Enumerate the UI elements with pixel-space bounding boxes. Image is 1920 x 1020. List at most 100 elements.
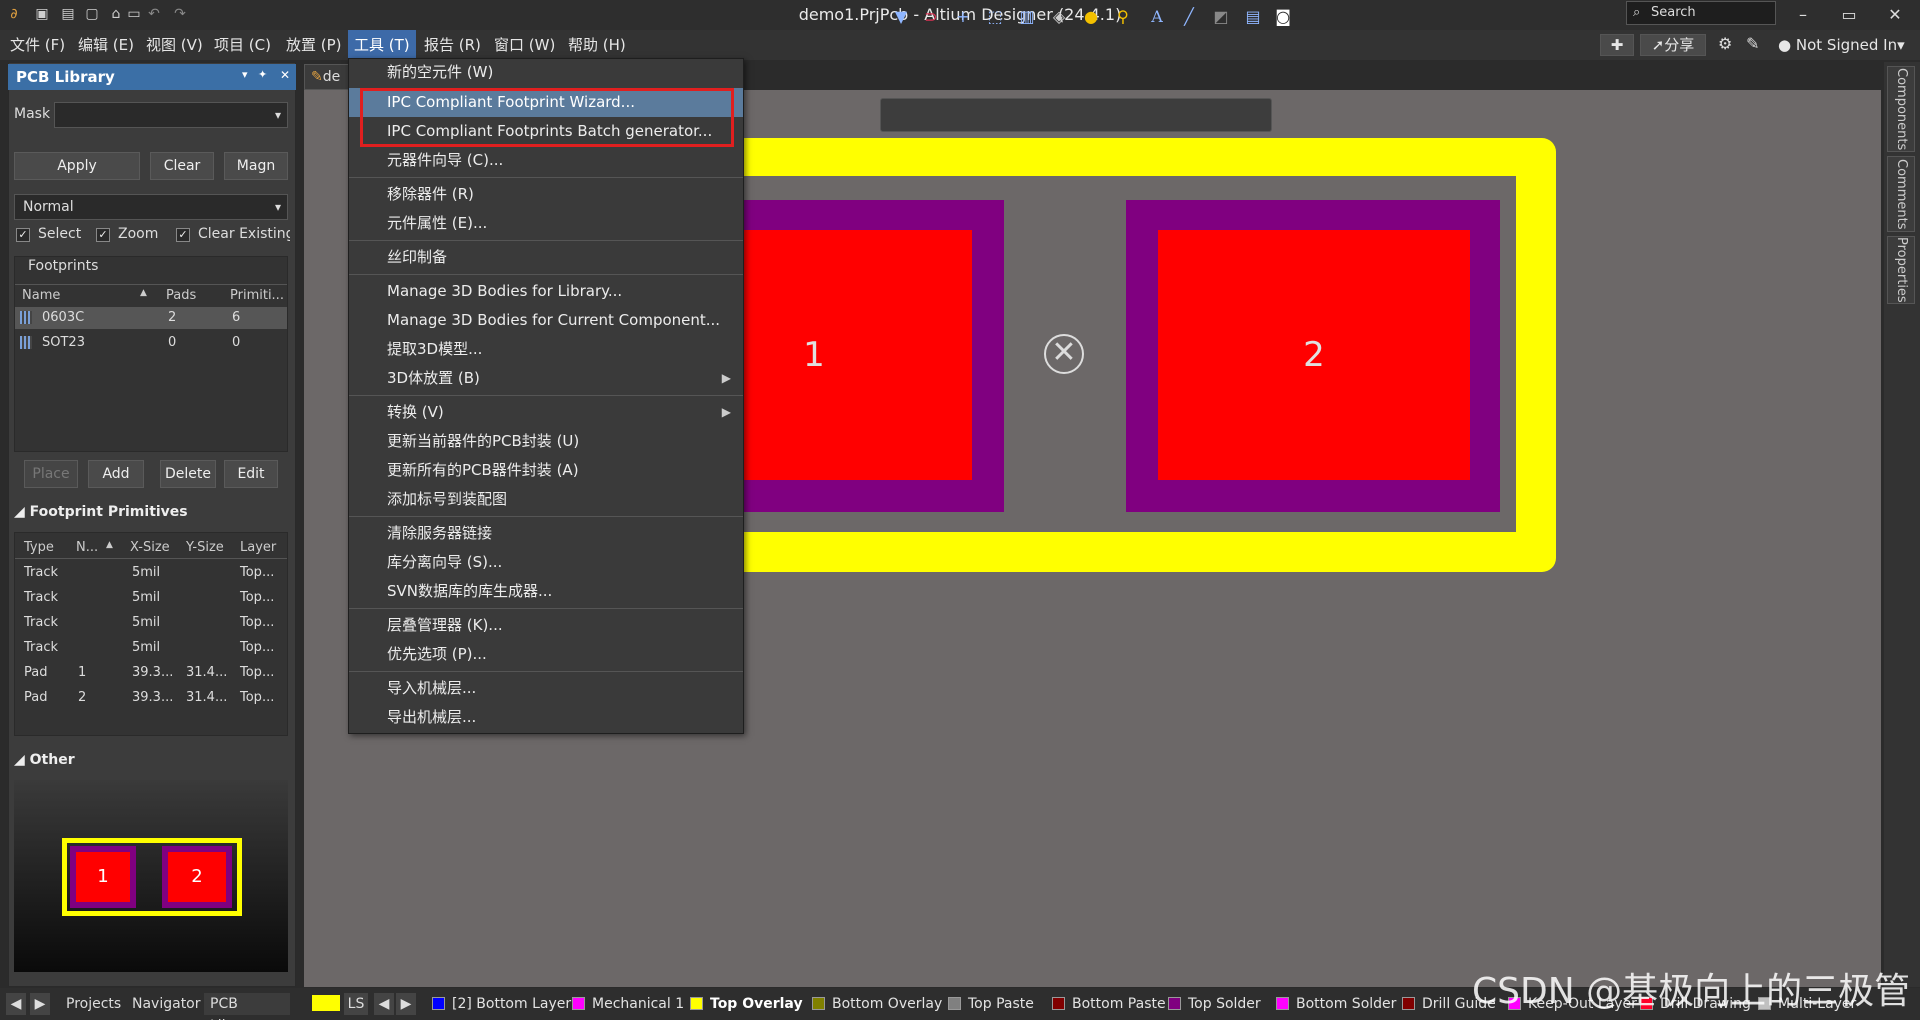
menu-tools[interactable]: 工具 (T) (348, 30, 416, 60)
search-input[interactable]: ⌕ Search (1626, 1, 1776, 25)
menu-remove-component[interactable]: 移除器件 (R) (349, 180, 743, 209)
mask-input[interactable]: ▾ (54, 102, 288, 128)
scroll-left-icon[interactable]: ◀ (6, 993, 26, 1015)
gear-icon[interactable]: ⚙ (1718, 34, 1732, 53)
menu-import-mechanical[interactable]: 导入机械层... (349, 674, 743, 703)
col-primitives[interactable]: Primiti... (230, 288, 284, 303)
menu-update-all-footprints[interactable]: 更新所有的PCB器件封装 (A) (349, 456, 743, 485)
menu-reports[interactable]: 报告 (R) (418, 30, 487, 60)
tab-properties[interactable]: Properties (1887, 236, 1915, 304)
prim-layer: Top... (240, 565, 275, 580)
select-rect-icon[interactable]: ⬚ (984, 7, 1006, 27)
menu-clear-server-links[interactable]: 清除服务器链接 (349, 519, 743, 548)
magnify-button[interactable]: Magn (224, 152, 288, 180)
layer-tab[interactable]: Mechanical 1 (592, 993, 684, 1015)
region-icon[interactable]: ◩ (1210, 7, 1232, 27)
clear-button[interactable]: Clear (150, 152, 214, 180)
filter-icon[interactable]: ▼ (890, 7, 912, 27)
account-menu[interactable]: ● Not Signed In▾ (1778, 34, 1905, 56)
notification-button[interactable]: ✚ (1600, 34, 1634, 56)
menu-window[interactable]: 窗口 (W) (488, 30, 561, 60)
menu-view[interactable]: 视图 (V) (140, 30, 209, 60)
share-button[interactable]: ➚分享 (1640, 34, 1706, 56)
menu-export-mechanical[interactable]: 导出机械层... (349, 703, 743, 732)
layer-tab[interactable]: Top Overlay (710, 993, 803, 1015)
pad-icon[interactable]: ● (1080, 7, 1102, 27)
menu-silkscreen[interactable]: 丝印制备 (349, 243, 743, 272)
menu-preferences[interactable]: 优先选项 (P)... (349, 640, 743, 669)
menu-convert[interactable]: 转换 (V) ▶ (349, 398, 743, 427)
panel-close-icon[interactable]: ✕ (280, 68, 290, 82)
via-icon[interactable]: ⚲ (1112, 7, 1134, 27)
crosshair-icon[interactable]: + (952, 7, 974, 27)
layer-tab[interactable]: [2] Bottom Layer (452, 993, 571, 1015)
col-name[interactable]: Name (22, 288, 60, 303)
apply-button[interactable]: Apply (14, 152, 140, 180)
edit-button[interactable]: Edit (224, 460, 278, 488)
place-button[interactable]: Place (24, 460, 78, 488)
layer-tab[interactable]: Top Solder (1188, 993, 1261, 1015)
menu-component-properties[interactable]: 元件属性 (E)... (349, 209, 743, 238)
menu-add-designator[interactable]: 添加标号到装配图 (349, 485, 743, 514)
footprint-primitives-header[interactable]: ◢ Footprint Primitives (14, 504, 188, 520)
layer-prev-icon[interactable]: ◀ (374, 993, 394, 1015)
line-icon[interactable]: ╱ (1178, 7, 1200, 27)
layer-tab[interactable]: Top Paste (968, 993, 1034, 1015)
tab-comments[interactable]: Comments (1887, 156, 1915, 232)
layer-tab[interactable]: Bottom Overlay (832, 993, 942, 1015)
other-header[interactable]: ◢ Other (14, 752, 75, 768)
tab-pcb-library[interactable]: PCB Library (204, 993, 290, 1020)
maximize-button[interactable]: ▭ (1826, 0, 1872, 30)
select-checkbox[interactable]: ✓ (16, 228, 30, 242)
layer-next-icon[interactable]: ▶ (396, 993, 416, 1015)
menu-library-splitter[interactable]: 库分离向导 (S)... (349, 548, 743, 577)
menu-edit[interactable]: 编辑 (E) (72, 30, 140, 60)
clear-existing-checkbox[interactable]: ✓ (176, 228, 190, 242)
mode-select[interactable]: Normal ▾ (14, 194, 288, 220)
layer-set-button[interactable]: LS (344, 993, 368, 1015)
menu-help[interactable]: 帮助 (H) (562, 30, 632, 60)
layer-tab[interactable]: Bottom Solder (1296, 993, 1396, 1015)
board-icon[interactable]: ◙ (1272, 7, 1294, 27)
text-icon[interactable]: A (1146, 7, 1168, 27)
menu-svn-library-maker[interactable]: SVN数据库的库生成器... (349, 577, 743, 606)
close-button[interactable]: ✕ (1872, 0, 1918, 30)
pin-icon[interactable]: ✦ (258, 68, 267, 81)
preferences-icon[interactable]: ✎ (1746, 34, 1759, 53)
col-ysize[interactable]: Y-Size (186, 540, 224, 555)
account-label: Not Signed In (1795, 36, 1898, 54)
tab-components[interactable]: Components (1887, 66, 1915, 152)
minimize-button[interactable]: – (1780, 0, 1826, 30)
menu-layer-stack-manager[interactable]: 层叠管理器 (K)... (349, 611, 743, 640)
delete-button[interactable]: Delete (160, 460, 216, 488)
align-icon[interactable]: ▥ (1016, 7, 1038, 27)
menu-3d-placement[interactable]: 3D体放置 (B) ▶ (349, 364, 743, 393)
layer-icon[interactable]: ◈ (1048, 7, 1070, 27)
layer-color-swatch (690, 997, 703, 1010)
menu-manage-3d-current[interactable]: Manage 3D Bodies for Current Component..… (349, 306, 743, 335)
zoom-checkbox[interactable]: ✓ (96, 228, 110, 242)
menu-extract-3d[interactable]: 提取3D模型... (349, 335, 743, 364)
menu-update-current-footprint[interactable]: 更新当前器件的PCB封装 (U) (349, 427, 743, 456)
layer-tab[interactable]: Bottom Paste (1072, 993, 1166, 1015)
menu-component-wizard[interactable]: 元器件向导 (C)... (349, 146, 743, 175)
document-tab[interactable]: ✎de (304, 64, 352, 90)
col-pads[interactable]: Pads (166, 288, 196, 303)
route-icon[interactable]: ⊃ (920, 7, 942, 27)
pad-2[interactable]: 2 (1158, 230, 1470, 480)
scroll-right-icon[interactable]: ▶ (30, 993, 50, 1015)
tab-navigator[interactable]: Navigator (124, 993, 204, 1015)
tab-projects[interactable]: Projects (58, 993, 122, 1015)
menu-file[interactable]: 文件 (F) (4, 30, 71, 60)
dimension-icon[interactable]: ▤ (1242, 7, 1264, 27)
add-button[interactable]: Add (88, 460, 144, 488)
col-number[interactable]: N... (76, 540, 98, 555)
col-xsize[interactable]: X-Size (130, 540, 170, 555)
menu-manage-3d-library[interactable]: Manage 3D Bodies for Library... (349, 277, 743, 306)
col-layer[interactable]: Layer (240, 540, 276, 555)
panel-menu-icon[interactable]: ▾ (242, 68, 248, 81)
menu-place[interactable]: 放置 (P) (280, 30, 348, 60)
menu-project[interactable]: 项目 (C) (208, 30, 277, 60)
col-type[interactable]: Type (24, 540, 54, 555)
menu-new-blank-component[interactable]: 新的空元件 (W) (349, 58, 743, 87)
